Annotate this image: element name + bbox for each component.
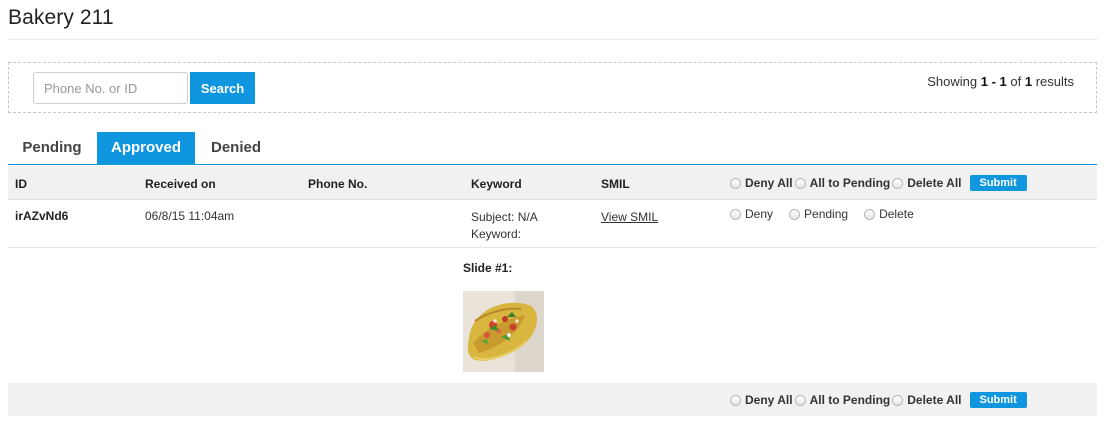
all-to-pending-radio-bottom[interactable] xyxy=(794,394,806,406)
slide-label: Slide #1: xyxy=(463,261,513,275)
received-date: 06/8/15 11:04am xyxy=(145,209,235,223)
submit-button-bottom[interactable]: Submit xyxy=(969,392,1027,408)
delete-all-option-bottom[interactable]: Delete All xyxy=(892,393,962,407)
taco-photo xyxy=(463,291,544,372)
pending-option[interactable]: Pending xyxy=(789,207,848,221)
delete-option[interactable]: Delete xyxy=(864,207,914,221)
table-footer: Deny All All to Pending Delete All Submi… xyxy=(8,383,1097,416)
title-divider xyxy=(8,39,1097,40)
bulk-actions-bottom: Deny All All to Pending Delete All Submi… xyxy=(730,392,1027,408)
deny-all-option-bottom[interactable]: Deny All xyxy=(730,393,793,407)
all-to-pending-option-bottom[interactable]: All to Pending xyxy=(794,393,890,407)
keyword-cell: Subject: N/A Keyword: xyxy=(471,209,538,243)
all-to-pending-radio[interactable] xyxy=(794,177,806,189)
status-tabs: Pending Approved Denied xyxy=(8,132,1097,165)
slide-preview: Slide #1: xyxy=(8,249,1097,382)
table-row: irAZvNd6 06/8/15 11:04am Subject: N/A Ke… xyxy=(8,200,1097,248)
tab-denied[interactable]: Denied xyxy=(196,132,276,165)
delete-radio[interactable] xyxy=(864,208,876,220)
subject-line: Subject: N/A xyxy=(471,210,538,224)
column-header-keyword: Keyword xyxy=(471,177,522,191)
row-actions: Deny Pending Delete xyxy=(730,207,930,221)
search-button[interactable]: Search xyxy=(190,72,255,104)
tab-pending[interactable]: Pending xyxy=(8,132,96,165)
delete-all-radio[interactable] xyxy=(892,177,904,189)
deny-all-radio-bottom[interactable] xyxy=(730,394,741,406)
message-id: irAZvNd6 xyxy=(15,209,69,223)
deny-all-radio[interactable] xyxy=(730,177,741,189)
search-panel: Search Showing 1 - 1 of 1 results xyxy=(8,62,1097,113)
column-header-id: ID xyxy=(15,177,27,191)
deny-radio[interactable] xyxy=(730,208,741,220)
tab-approved[interactable]: Approved xyxy=(97,132,195,165)
table-header: ID Received on Phone No. Keyword SMIL De… xyxy=(8,166,1097,200)
all-to-pending-option[interactable]: All to Pending xyxy=(794,176,890,190)
deny-all-option[interactable]: Deny All xyxy=(730,176,793,190)
column-header-smil: SMIL xyxy=(601,177,630,191)
column-header-phone: Phone No. xyxy=(308,177,368,191)
bulk-actions-top: Deny All All to Pending Delete All Submi… xyxy=(730,175,1027,191)
delete-all-option[interactable]: Delete All xyxy=(892,176,962,190)
deny-option[interactable]: Deny xyxy=(730,207,773,221)
delete-all-radio-bottom[interactable] xyxy=(892,394,904,406)
results-summary: Showing 1 - 1 of 1 results xyxy=(927,74,1074,89)
view-smil-link[interactable]: View SMIL xyxy=(601,210,658,224)
keyword-line: Keyword: xyxy=(471,227,522,241)
submit-button-top[interactable]: Submit xyxy=(969,175,1027,191)
search-input[interactable] xyxy=(33,72,188,104)
page-title: Bakery 211 xyxy=(8,6,114,29)
pending-radio[interactable] xyxy=(789,208,801,220)
column-header-received: Received on xyxy=(145,177,216,191)
